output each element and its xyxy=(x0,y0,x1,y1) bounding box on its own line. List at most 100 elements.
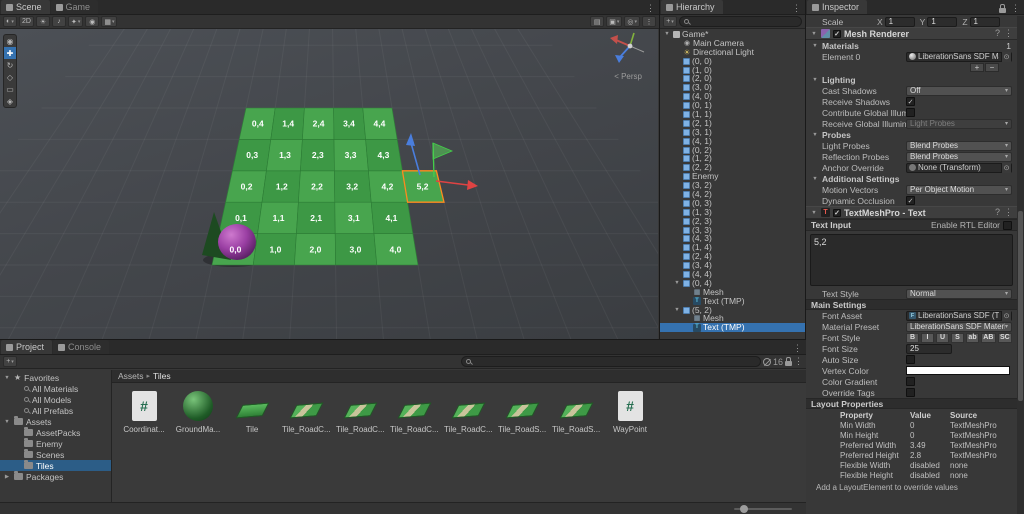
project-tree-item-all-materials[interactable]: All Materials xyxy=(0,383,111,394)
axis-z-cone[interactable] xyxy=(615,55,624,63)
mesh-renderer-enabled-checkbox[interactable]: ✓ xyxy=(833,29,841,38)
anchor-override-object-field[interactable]: None (Transform) ⊙ xyxy=(906,162,1012,173)
hierarchy-item[interactable]: (4, 4) xyxy=(660,270,805,279)
foldout-arrow[interactable]: ▼ xyxy=(663,30,671,39)
asset-item-waypoint[interactable]: # WayPoint xyxy=(606,389,654,434)
font-asset-object-field[interactable]: FLiberationSans SDF (TMP_Font As⊙ xyxy=(906,310,1012,321)
gizmo-center[interactable] xyxy=(627,43,633,49)
player-sphere[interactable] xyxy=(218,224,256,260)
hierarchy-item[interactable]: (1, 1) xyxy=(660,109,805,119)
camera-settings-button[interactable]: ▣ ▾ xyxy=(606,16,623,27)
help-icon[interactable]: ? xyxy=(995,207,1000,218)
tmp-text-header[interactable]: ▼ T ✓ TextMeshPro - Text ? ⋮ xyxy=(806,206,1017,219)
waypoint-flag[interactable] xyxy=(432,142,454,160)
hierarchy-item[interactable]: (1, 0) xyxy=(660,65,805,75)
rect-tool[interactable]: ▭ xyxy=(4,83,16,95)
render-stats-button[interactable]: ▤ xyxy=(590,16,605,27)
asset-item-tile-roadc[interactable]: Tile_RoadC... xyxy=(444,389,492,434)
font-style-i-button[interactable]: I xyxy=(921,332,934,343)
scene-lighting-button[interactable]: ☀ xyxy=(35,16,50,27)
asset-item-tile-roadc[interactable]: Tile_RoadC... xyxy=(282,389,330,434)
hierarchy-item[interactable]: ▼ (0, 4) xyxy=(660,278,805,288)
materials-foldout[interactable]: ▼ Materials 1 xyxy=(806,40,1017,51)
motion-vectors-dropdown[interactable]: Per Object Motion ▾ xyxy=(906,184,1012,195)
hierarchy-item[interactable]: (0, 1) xyxy=(660,101,805,110)
lighting-foldout[interactable]: ▼ Lighting xyxy=(806,74,1017,85)
asset-item-tile-roadc[interactable]: Tile_RoadC... xyxy=(390,389,438,434)
project-tree-item-assets[interactable]: ▼ Assets xyxy=(0,416,111,427)
2d-view-button[interactable]: 2D xyxy=(19,16,34,27)
rtl-editor-checkbox[interactable] xyxy=(1003,220,1012,230)
project-tree-item-scenes[interactable]: Scenes xyxy=(0,449,111,460)
bottom-tab-console[interactable]: Console xyxy=(53,340,110,354)
menu-dots-icon[interactable]: ⋮ xyxy=(792,3,801,14)
element-0-object-field[interactable]: LiberationSans SDF Material⊙ xyxy=(906,51,1012,62)
project-search-input[interactable] xyxy=(460,356,761,367)
lock-icon[interactable] xyxy=(999,4,1006,13)
hidden-packages-icon[interactable] xyxy=(762,357,771,366)
thumbnail-zoom-slider[interactable] xyxy=(734,505,792,513)
hierarchy-item[interactable]: ☀ Directional Light xyxy=(660,47,805,56)
scene-audio-button[interactable]: ♪ xyxy=(51,16,66,27)
view-tool[interactable]: ◉ xyxy=(4,35,16,47)
asset-item-tile[interactable]: Tile xyxy=(228,389,276,434)
scale-z-field[interactable]: 1 xyxy=(969,16,1000,27)
breadcrumb-assets[interactable]: Assets xyxy=(118,371,144,381)
hierarchy-item[interactable]: (2, 3) xyxy=(660,216,805,226)
hierarchy-item[interactable]: (4, 3) xyxy=(660,234,805,243)
hierarchy-item[interactable]: Enemy xyxy=(660,172,805,181)
cast-shadows-dropdown[interactable]: Off ▾ xyxy=(906,85,1012,96)
create-asset-button[interactable]: + ▾ xyxy=(3,356,17,367)
inspector-scrollbar[interactable] xyxy=(1017,16,1024,514)
project-tree-item-assetpacks[interactable]: AssetPacks xyxy=(0,427,111,438)
font-style-b-button[interactable]: B xyxy=(906,332,919,343)
foldout-arrow[interactable]: ▼ xyxy=(3,375,11,381)
scale-tool[interactable]: ◇ xyxy=(4,71,16,83)
contribute-global-illumi-checkbox[interactable] xyxy=(906,108,915,117)
slider-thumb[interactable] xyxy=(740,505,748,513)
breadcrumb-tiles[interactable]: Tiles xyxy=(153,371,171,381)
hierarchy-item[interactable]: (0, 0) xyxy=(660,56,805,66)
text-input-label[interactable]: Text Input xyxy=(811,220,851,230)
foldout-arrow[interactable]: ▼ xyxy=(810,210,818,216)
hierarchy-item[interactable]: (3, 4) xyxy=(660,261,805,270)
scale-x-field[interactable]: 1 xyxy=(884,16,915,27)
hierarchy-item[interactable]: (3, 0) xyxy=(660,83,805,92)
font-size-field[interactable]: 25 xyxy=(906,343,952,354)
persp-toggle[interactable]: < Persp xyxy=(614,72,642,81)
hierarchy-item[interactable]: (3, 3) xyxy=(660,225,805,235)
font-style-u-button[interactable]: U xyxy=(936,332,949,343)
menu-dots-icon[interactable]: ⋮ xyxy=(793,343,802,354)
auto-size-checkbox[interactable] xyxy=(906,355,915,364)
foldout-arrow[interactable]: ▶ xyxy=(3,474,11,480)
menu-dots-icon[interactable]: ⋮ xyxy=(646,3,655,14)
text-style-dropdown[interactable]: Normal ▾ xyxy=(906,288,1012,299)
lock-icon[interactable] xyxy=(785,357,792,366)
project-tree-item-enemy[interactable]: Enemy xyxy=(0,438,111,449)
gizmos-button[interactable]: ◎ ▾ xyxy=(624,16,640,27)
project-tree-item-tiles[interactable]: Tiles xyxy=(0,460,111,471)
scene-canvas[interactable]: 0,4 1,4 2,4 3,4 4,4 0,3 1,3 2,3 3,3 4,3 0,2 1,2 2,2 3… xyxy=(0,29,658,340)
material-preset-dropdown[interactable]: LiberationSans SDF Material ▾ xyxy=(906,321,1012,332)
hierarchy-item[interactable]: (2, 2) xyxy=(660,163,805,172)
reflection-probes-dropdown[interactable]: Blend Probes ▾ xyxy=(906,151,1012,162)
scene-visibility-button[interactable]: ◉ xyxy=(85,16,100,27)
hierarchy-item[interactable]: T Text (TMP) xyxy=(660,296,805,306)
project-tree-item-all-models[interactable]: All Models xyxy=(0,394,111,405)
hierarchy-item[interactable]: (2, 1) xyxy=(660,118,805,128)
tmp-enabled-checkbox[interactable]: ✓ xyxy=(833,208,841,217)
hierarchy-item[interactable]: (3, 2) xyxy=(660,181,805,190)
probes-foldout[interactable]: ▼ Probes xyxy=(806,129,1017,140)
scrollbar-thumb[interactable] xyxy=(1018,211,1023,401)
foldout-arrow[interactable]: ▼ xyxy=(673,306,681,315)
hierarchy-item[interactable]: (1, 4) xyxy=(660,243,805,252)
color-gradient-checkbox[interactable] xyxy=(906,377,915,386)
vertex-color-swatch[interactable] xyxy=(906,366,1010,375)
object-picker-icon[interactable]: ⊙ xyxy=(1001,310,1011,321)
asset-item-tile-roads[interactable]: Tile_RoadS... xyxy=(552,389,600,434)
hierarchy-item[interactable]: (3, 1) xyxy=(660,127,805,137)
override-tags-checkbox[interactable] xyxy=(906,388,915,397)
hierarchy-item[interactable]: ▼ (5, 2) xyxy=(660,305,805,315)
tab-hierarchy[interactable]: Hierarchy xyxy=(661,0,723,14)
orientation-gizmo[interactable] xyxy=(610,32,645,63)
